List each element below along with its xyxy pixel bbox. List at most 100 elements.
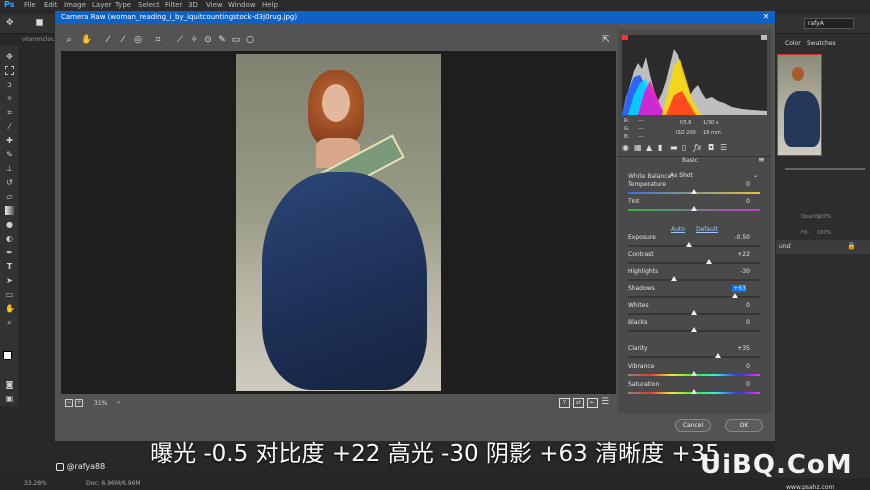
slider-value[interactable]: +22	[720, 251, 750, 258]
workspace-select[interactable]: rafyA	[804, 18, 854, 29]
copy-settings-icon[interactable]: ⇤	[587, 398, 598, 408]
slider-highlights[interactable]: Highlights -30	[628, 268, 760, 284]
zoom-out-button[interactable]: −	[65, 399, 73, 407]
dialog-close-icon[interactable]: ✕	[757, 11, 775, 23]
slider-value[interactable]: +35	[720, 345, 750, 352]
slider-thumb[interactable]	[691, 327, 697, 332]
slider-thumb[interactable]	[685, 242, 692, 247]
color-sampler-icon[interactable]: ⁄	[118, 34, 128, 46]
crop-tool-icon[interactable]: ⌗	[153, 34, 163, 46]
slider-thumb[interactable]	[691, 389, 697, 394]
slider-value[interactable]: 0	[720, 198, 750, 205]
tone-curve-tab-icon[interactable]: ▦	[634, 142, 642, 154]
brush-icon[interactable]: ✎	[5, 150, 14, 159]
slider-thumb[interactable]	[671, 276, 678, 281]
marquee-icon[interactable]	[5, 66, 14, 75]
menu-type[interactable]: Type	[115, 0, 131, 10]
slider-thumb[interactable]	[691, 371, 697, 376]
eraser-icon[interactable]: ▱	[5, 192, 14, 201]
slider-track[interactable]	[628, 262, 760, 264]
menu-help[interactable]: Help	[262, 0, 278, 10]
slider-tint[interactable]: Tint 0	[628, 198, 760, 214]
straighten-tool-icon[interactable]: ⟋	[175, 34, 185, 46]
slider-track[interactable]	[628, 245, 760, 247]
menu-view[interactable]: View	[206, 0, 223, 10]
pen-icon[interactable]: ✒	[5, 248, 14, 257]
effects-tab-icon[interactable]: ƒx	[694, 142, 702, 154]
camera-calibration-tab-icon[interactable]: ◘	[708, 142, 714, 154]
shadow-clipping-icon[interactable]	[622, 35, 628, 40]
adjustment-brush-icon[interactable]: ✎	[217, 34, 227, 46]
white-balance-tool-icon[interactable]: ⁄	[103, 34, 113, 46]
stamp-icon[interactable]: ⊥	[5, 164, 14, 173]
screen-mode-icon[interactable]: ▣	[5, 394, 14, 403]
before-after-icon[interactable]: Y	[559, 398, 570, 408]
path-select-icon[interactable]: ➤	[5, 276, 14, 285]
foreground-color-swatch[interactable]	[3, 351, 12, 360]
slider-value[interactable]: 0	[720, 302, 750, 309]
zoom-icon[interactable]: ⌕	[5, 318, 14, 327]
crop-icon[interactable]: ⌗	[5, 108, 14, 117]
eyedropper-icon[interactable]: ⁄	[5, 122, 14, 131]
preview-settings-icon[interactable]: ☰	[601, 397, 609, 407]
zoom-tool-icon[interactable]: ⌕	[64, 34, 74, 46]
slider-thumb[interactable]	[691, 189, 697, 194]
slider-shadows[interactable]: Shadows +63	[628, 285, 760, 301]
slider-contrast[interactable]: Contrast +22	[628, 251, 760, 267]
slider-thumb[interactable]	[731, 293, 738, 298]
preview-canvas[interactable]	[61, 51, 616, 394]
slider-track[interactable]	[628, 356, 760, 358]
split-toning-tab-icon[interactable]: ▬	[670, 142, 678, 154]
layer-row[interactable]: und 🔒	[775, 240, 870, 254]
highlight-clipping-icon[interactable]	[761, 35, 767, 40]
slider-thumb[interactable]	[691, 310, 697, 315]
menu-filter[interactable]: Filter	[165, 0, 182, 10]
move-tool-icon[interactable]: ✥	[6, 18, 14, 28]
status-zoom[interactable]: 33.28%	[24, 478, 47, 490]
slider-thumb[interactable]	[714, 353, 721, 358]
history-brush-icon[interactable]: ↺	[5, 178, 14, 187]
spot-removal-icon[interactable]: ✧	[189, 34, 199, 46]
default-link[interactable]: Default	[696, 226, 718, 233]
tab-color[interactable]: Color	[785, 40, 801, 47]
tab-swatches[interactable]: Swatches	[807, 40, 836, 47]
menu-window[interactable]: Window	[228, 0, 256, 10]
slider-track[interactable]	[628, 279, 760, 281]
toggle-fullscreen-icon[interactable]: ⇱	[601, 34, 611, 46]
opacity-value[interactable]: 100%	[817, 214, 831, 220]
slider-thumb[interactable]	[705, 259, 712, 264]
zoom-dropdown-icon[interactable]: ⌄	[116, 398, 121, 405]
slider-whites[interactable]: Whites 0	[628, 302, 760, 318]
magic-wand-icon[interactable]: ✧	[5, 94, 14, 103]
detail-tab-icon[interactable]: ▲	[646, 142, 652, 154]
lens-tab-icon[interactable]: ▯	[682, 142, 686, 154]
radial-filter-icon[interactable]: ○	[245, 34, 255, 46]
slider-clarity[interactable]: Clarity +35	[628, 345, 760, 361]
slider-value[interactable]: 0	[720, 181, 750, 188]
slider-value[interactable]: +63	[732, 285, 746, 292]
graduated-filter-icon[interactable]: ▭	[231, 34, 241, 46]
lasso-icon[interactable]: ↄ	[5, 80, 14, 89]
dodge-icon[interactable]: ◐	[5, 234, 14, 243]
presets-tab-icon[interactable]: ☰	[720, 142, 727, 154]
menu-layer[interactable]: Layer	[92, 0, 112, 10]
swap-before-after-icon[interactable]: ⇄	[573, 398, 584, 408]
basic-tab-icon[interactable]: ◉	[622, 142, 629, 154]
gradient-icon[interactable]	[5, 206, 14, 215]
slider-value[interactable]: -0.50	[720, 234, 750, 241]
type-icon[interactable]: T	[5, 262, 14, 271]
slider-value[interactable]: 0	[720, 381, 750, 388]
hsl-tab-icon[interactable]: ▮	[658, 142, 662, 154]
zoom-in-button[interactable]: +	[75, 399, 83, 407]
hand-tool-icon[interactable]: ✋	[81, 34, 92, 46]
menu-edit[interactable]: Edit	[44, 0, 58, 10]
zoom-level[interactable]: 31%	[94, 400, 107, 407]
slider-temperature[interactable]: Temperature 0	[628, 181, 760, 197]
menu-file[interactable]: File	[24, 0, 36, 10]
slider-vibrance[interactable]: Vibrance 0	[628, 363, 760, 379]
white-balance-select[interactable]: As Shot ⌄	[670, 171, 760, 181]
navigator-thumbnail[interactable]	[777, 54, 822, 156]
slider-saturation[interactable]: Saturation 0	[628, 381, 760, 397]
slider-exposure[interactable]: Exposure -0.50	[628, 234, 760, 250]
menu-3d[interactable]: 3D	[188, 0, 198, 10]
